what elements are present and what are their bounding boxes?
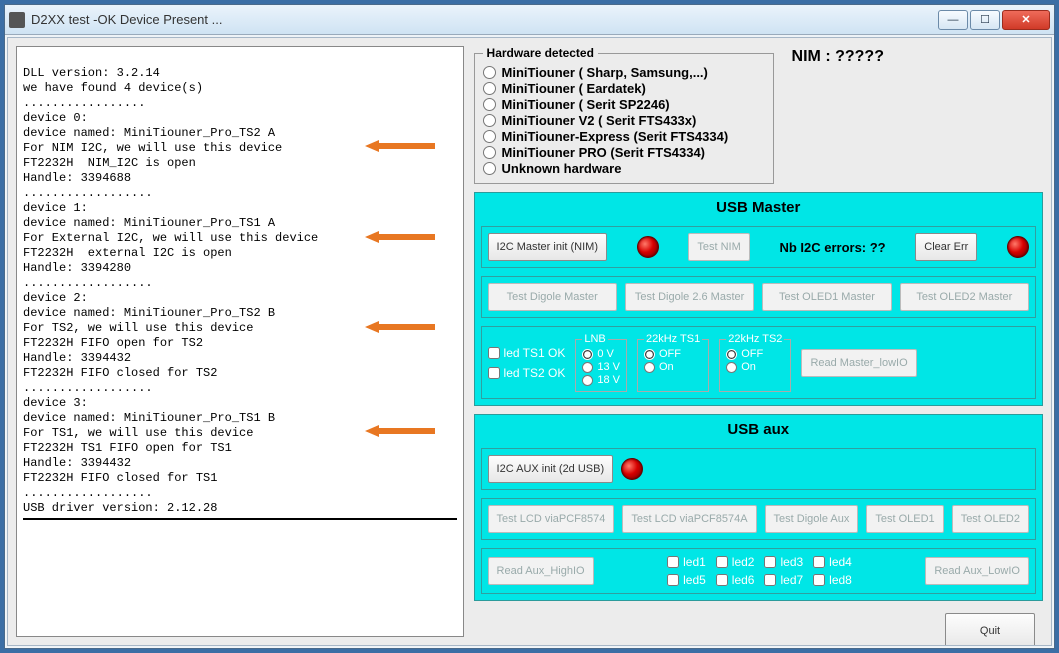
aux-test-button[interactable]: Test LCD viaPCF8574A — [622, 505, 756, 533]
window-buttons: — ☐ ✕ — [938, 10, 1050, 30]
right-column: Hardware detected MiniTiouner ( Sharp, S… — [474, 46, 1043, 637]
client-area: DLL version: 3.2.14 we have found 4 devi… — [7, 37, 1052, 646]
nim-label: NIM : ????? — [792, 48, 884, 184]
usb-aux-row1: I2C AUX init (2d USB) — [481, 448, 1036, 490]
log-dev1: device 1: device named: MiniTiouner_Pro_… — [23, 201, 318, 290]
led-ts1-checkbox[interactable]: led TS1 OK — [488, 346, 566, 360]
hardware-option[interactable]: MiniTiouner ( Serit SP2246) — [483, 97, 765, 112]
minimize-button[interactable]: — — [938, 10, 968, 30]
aux-led-checkbox[interactable]: led6 — [716, 573, 755, 587]
footer: Quit — [474, 609, 1043, 646]
i2c-aux-init-button[interactable]: I2C AUX init (2d USB) — [488, 455, 614, 483]
i2c-master-init-button[interactable]: I2C Master init (NIM) — [488, 233, 607, 261]
titlebar: D2XX test -OK Device Present ... — ☐ ✕ — [5, 5, 1054, 35]
arrow-icon — [307, 306, 377, 318]
aux-test-button[interactable]: Test LCD viaPCF8574 — [488, 505, 615, 533]
quit-button[interactable]: Quit — [945, 613, 1035, 646]
log-dev2: device 2: device named: MiniTiouner_Pro_… — [23, 291, 275, 395]
aux-led-checkbox[interactable]: led8 — [813, 573, 852, 587]
khz-ts2-group: 22kHz TS2 OFFOn — [719, 333, 791, 392]
lnb-legend: LNB — [582, 333, 607, 345]
window-title: D2XX test -OK Device Present ... — [31, 12, 938, 27]
khz2-option[interactable]: OFF — [726, 348, 784, 360]
aux-led-checkbox[interactable]: led4 — [813, 555, 852, 569]
arrow-icon — [307, 125, 377, 137]
aux-led-checkbox[interactable]: led3 — [764, 555, 803, 569]
master-test-button[interactable]: Test Digole Master — [488, 283, 617, 311]
arrow-icon — [307, 216, 377, 228]
lnb-group: LNB 0 V13 V18 V — [575, 333, 627, 392]
top-row: Hardware detected MiniTiouner ( Sharp, S… — [474, 46, 1043, 184]
aux-led-checkbox[interactable]: led2 — [716, 555, 755, 569]
khz2-option[interactable]: On — [726, 361, 784, 373]
clear-err-button[interactable]: Clear Err — [915, 233, 977, 261]
read-aux-highio-button[interactable]: Read Aux_HighIO — [488, 557, 594, 585]
hardware-detected-group: Hardware detected MiniTiouner ( Sharp, S… — [474, 46, 774, 184]
hardware-option[interactable]: MiniTiouner PRO (Serit FTS4334) — [483, 145, 765, 160]
maximize-button[interactable]: ☐ — [970, 10, 1000, 30]
usb-aux-row3: Read Aux_HighIO led1led2led3led4 led5led… — [481, 548, 1036, 594]
master-test-button[interactable]: Test Digole 2.6 Master — [625, 283, 754, 311]
aux-led-checks: led1 led2 led3 led4 led5 led6 led7 led8 — [667, 555, 852, 587]
aux-led-checkbox[interactable]: led7 — [764, 573, 803, 587]
khz-ts2-legend: 22kHz TS2 — [726, 333, 784, 345]
master-test-button[interactable]: Test OLED1 Master — [762, 283, 891, 311]
hardware-option[interactable]: MiniTiouner-Express (Serit FTS4334) — [483, 129, 765, 144]
usb-master-row1: I2C Master init (NIM) Test NIM Nb I2C er… — [481, 226, 1036, 268]
close-button[interactable]: ✕ — [1002, 10, 1050, 30]
test-nim-button[interactable]: Test NIM — [688, 233, 749, 261]
aux-test-button[interactable]: Test OLED1 — [866, 505, 943, 533]
log-separator — [23, 518, 457, 520]
app-window: D2XX test -OK Device Present ... — ☐ ✕ D… — [4, 4, 1055, 649]
ts-led-checks: led TS1 OK led TS2 OK — [488, 333, 566, 392]
arrow-icon — [307, 410, 377, 422]
hardware-option[interactable]: MiniTiouner V2 ( Serit FTS433x) — [483, 113, 765, 128]
aux-led-checkbox[interactable]: led5 — [667, 573, 706, 587]
usb-master-panel: USB Master I2C Master init (NIM) Test NI… — [474, 192, 1043, 406]
usb-master-row3: led TS1 OK led TS2 OK LNB 0 V13 V18 V 22… — [481, 326, 1036, 399]
aux-led-icon — [621, 458, 643, 480]
master-led2-icon — [1007, 236, 1029, 258]
master-test-button[interactable]: Test OLED2 Master — [900, 283, 1029, 311]
aux-test-button[interactable]: Test Digole Aux — [765, 505, 859, 533]
hardware-option[interactable]: MiniTiouner ( Eardatek) — [483, 81, 765, 96]
lnb-option[interactable]: 0 V — [582, 348, 620, 360]
log-dev3: device 3: device named: MiniTiouner_Pro_… — [23, 396, 275, 500]
i2c-errors-label: Nb I2C errors: ?? — [779, 240, 885, 255]
log-dev0: device 0: device named: MiniTiouner_Pro_… — [23, 111, 282, 200]
log-footer: USB driver version: 2.12.28 — [23, 501, 217, 515]
read-master-lowio-button[interactable]: Read Master_lowIO — [801, 349, 916, 377]
khz-ts1-group: 22kHz TS1 OFFOn — [637, 333, 709, 392]
khz1-option[interactable]: OFF — [644, 348, 702, 360]
lnb-option[interactable]: 18 V — [582, 374, 620, 386]
aux-led-checkbox[interactable]: led1 — [667, 555, 706, 569]
khz-ts1-legend: 22kHz TS1 — [644, 333, 702, 345]
usb-aux-panel: USB aux I2C AUX init (2d USB) Test LCD v… — [474, 414, 1043, 601]
log-header: DLL version: 3.2.14 we have found 4 devi… — [23, 66, 203, 110]
master-led-icon — [637, 236, 659, 258]
usb-master-row2: Test Digole Master Test Digole 2.6 Master… — [481, 276, 1036, 318]
lnb-option[interactable]: 13 V — [582, 361, 620, 373]
hardware-option[interactable]: Unknown hardware — [483, 161, 765, 176]
led-ts2-checkbox[interactable]: led TS2 OK — [488, 366, 566, 380]
hardware-legend: Hardware detected — [483, 46, 598, 60]
usb-master-title: USB Master — [481, 199, 1036, 216]
usb-aux-title: USB aux — [481, 421, 1036, 438]
hardware-option[interactable]: MiniTiouner ( Sharp, Samsung,...) — [483, 65, 765, 80]
app-icon — [9, 12, 25, 28]
read-aux-lowio-button[interactable]: Read Aux_LowIO — [925, 557, 1029, 585]
khz1-option[interactable]: On — [644, 361, 702, 373]
usb-aux-row2: Test LCD viaPCF8574Test LCD viaPCF8574A T… — [481, 498, 1036, 540]
aux-test-button[interactable]: Test OLED2 — [952, 505, 1029, 533]
log-textbox[interactable]: DLL version: 3.2.14 we have found 4 devi… — [16, 46, 464, 637]
